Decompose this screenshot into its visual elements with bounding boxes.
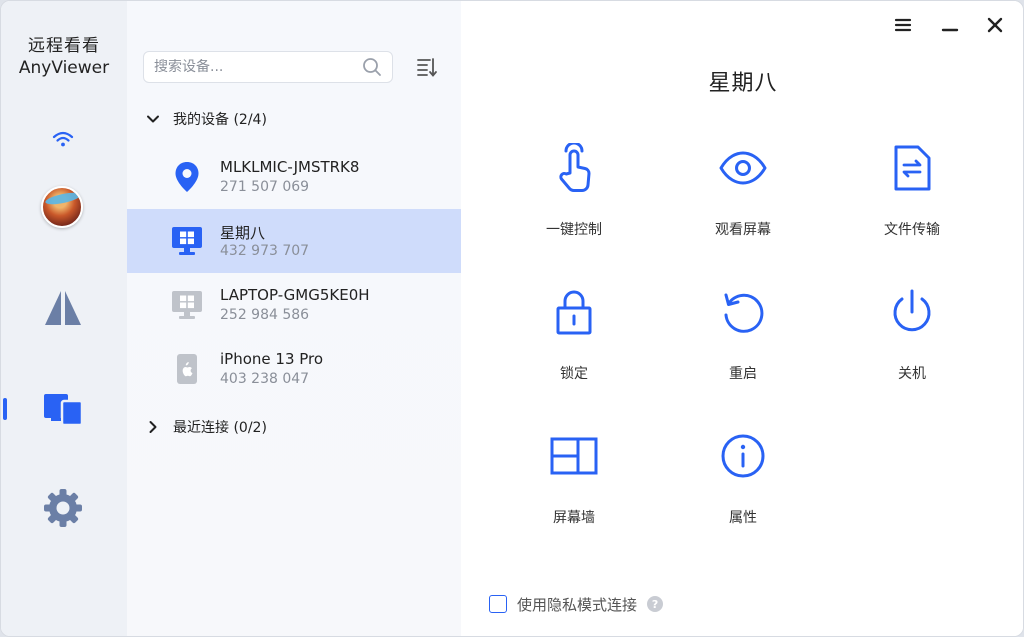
action-label: 重启 [729, 366, 757, 382]
device-id: 252 984 586 [220, 307, 310, 323]
lock-icon [549, 287, 599, 337]
device-panel: 我的设备 (2/4) MLKLMIC-JMSTRK8 271 507 069 [127, 1, 461, 636]
help-icon[interactable]: ? [647, 596, 664, 612]
action-lock[interactable]: 锁定 [509, 287, 639, 407]
device-row[interactable]: MLKLMIC-JMSTRK8 271 507 069 [127, 145, 461, 209]
wifi-icon [43, 119, 83, 159]
chevron-down-icon [147, 115, 159, 123]
device-id: 271 507 069 [220, 179, 310, 195]
minimize-icon[interactable] [938, 13, 962, 37]
device-id: 403 238 047 [220, 371, 310, 387]
group-my-devices[interactable]: 我的设备 (2/4) [145, 107, 267, 131]
action-screen-wall[interactable]: 屏幕墙 [509, 431, 639, 551]
close-icon[interactable] [983, 13, 1007, 37]
group-recent-connections[interactable]: 最近连接 (0/2) [145, 415, 267, 439]
sort-icon[interactable] [415, 55, 439, 79]
restart-icon [718, 287, 768, 337]
device-row-selected[interactable]: 星期八 432 973 707 [127, 209, 461, 273]
app-window: 远程看看 AnyViewer 搜索设备... 我的设备 (2/4) MLKLMI… [0, 0, 1024, 637]
location-pin-icon [171, 161, 203, 193]
device-row[interactable]: iPhone 13 Pro 403 238 047 [127, 337, 461, 401]
search-input[interactable] [154, 59, 362, 75]
device-name: MLKLMIC-JMSTRK8 [220, 158, 360, 176]
device-id: 432 973 707 [220, 243, 310, 259]
brand-name-cn: 远程看看 [28, 36, 100, 56]
action-label: 文件传输 [884, 222, 940, 238]
action-restart[interactable]: 重启 [678, 287, 808, 407]
windows-pc-icon [171, 289, 203, 321]
main-area: 星期八 一键控制 观看屏幕 文件传输 锁定 重启 关机 屏幕墙 属性 使用隐私模… [461, 1, 1023, 636]
action-label: 观看屏幕 [715, 222, 771, 238]
action-shutdown[interactable]: 关机 [847, 287, 977, 407]
action-properties[interactable]: 属性 [678, 431, 808, 551]
privacy-mode-label[interactable]: 使用隐私模式连接 [517, 594, 637, 615]
info-icon [718, 431, 768, 481]
action-file-transfer[interactable]: 文件传输 [847, 143, 977, 263]
action-label: 一键控制 [546, 222, 602, 238]
menu-icon[interactable] [891, 13, 915, 37]
action-view-screen[interactable]: 观看屏幕 [678, 143, 808, 263]
group-label: 我的设备 (2/4) [173, 112, 267, 128]
iphone-icon [171, 353, 203, 385]
action-remote-control[interactable]: 一键控制 [509, 143, 639, 263]
brand-logo: 远程看看 AnyViewer [1, 35, 127, 79]
action-label: 屏幕墙 [553, 510, 595, 526]
brand-name-en: AnyViewer [18, 58, 110, 78]
screen-wall-icon [549, 431, 599, 481]
eye-icon [718, 143, 768, 193]
tap-control-icon [549, 143, 599, 193]
active-indicator [3, 398, 7, 420]
privacy-mode-checkbox[interactable] [489, 595, 507, 613]
device-name: iPhone 13 Pro [220, 350, 324, 368]
privacy-mode-option: 使用隐私模式连接 ? [489, 593, 664, 615]
windows-pc-icon [171, 225, 203, 257]
search-box[interactable] [143, 51, 393, 83]
action-label: 锁定 [560, 366, 588, 382]
group-label: 最近连接 (0/2) [173, 420, 267, 436]
device-name: 星期八 [220, 224, 266, 242]
device-name: LAPTOP-GMG5KE0H [220, 286, 370, 304]
avatar[interactable] [41, 186, 83, 228]
page-title: 星期八 [708, 71, 778, 96]
chevron-right-icon [149, 421, 157, 433]
nav-rail: 远程看看 AnyViewer [1, 1, 127, 636]
gear-icon[interactable] [38, 483, 88, 533]
device-row[interactable]: LAPTOP-GMG5KE0H 252 984 586 [127, 273, 461, 337]
search-icon[interactable] [362, 57, 382, 77]
devices-icon[interactable] [38, 384, 88, 434]
power-icon [887, 287, 937, 337]
file-transfer-icon [887, 143, 937, 193]
action-label: 关机 [898, 366, 926, 382]
remote-connect-icon[interactable] [38, 283, 88, 333]
action-label: 属性 [729, 510, 757, 526]
